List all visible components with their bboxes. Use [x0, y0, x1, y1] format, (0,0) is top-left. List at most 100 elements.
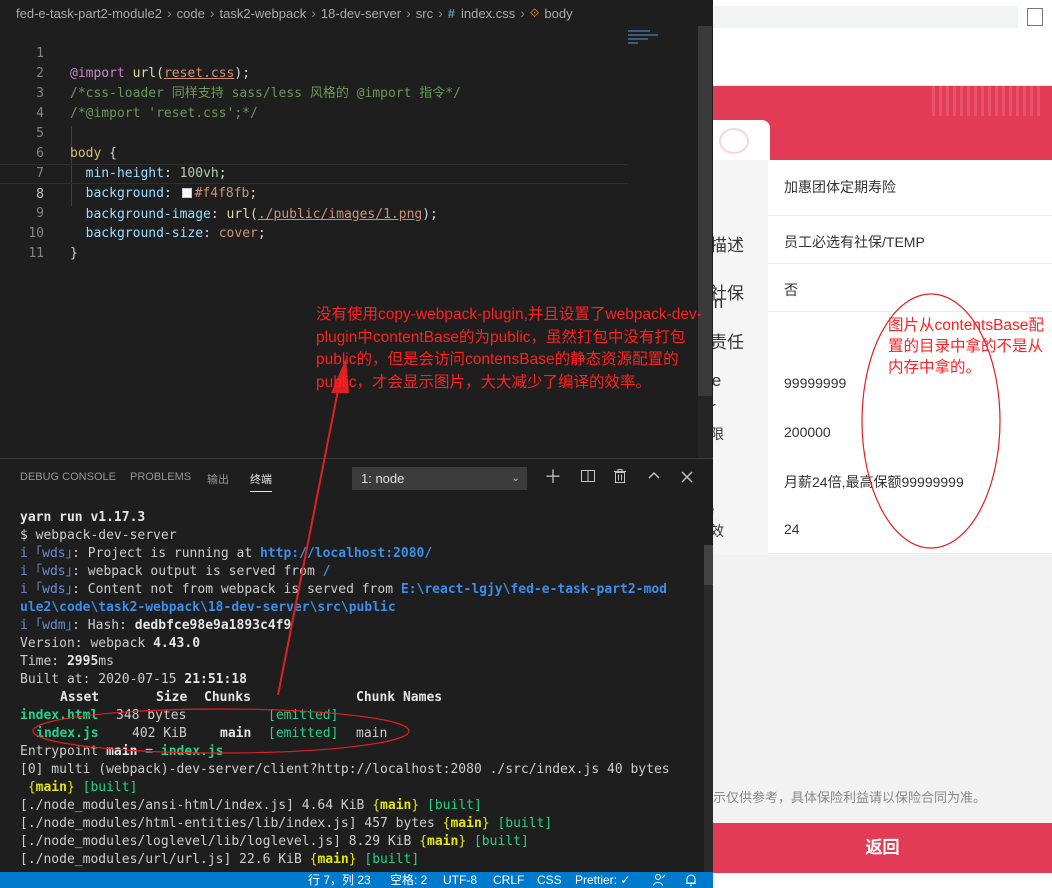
code-line: 7 background: #f4f8fb;: [0, 144, 628, 201]
css-file-icon: #: [447, 5, 456, 21]
breadcrumb-item[interactable]: task2-webpack: [220, 6, 307, 21]
breadcrumb-item[interactable]: body: [544, 6, 572, 21]
bell-icon[interactable]: [684, 873, 698, 888]
breadcrumb-item[interactable]: code: [177, 6, 205, 21]
log-path: E:\react-lgjy\fed-e-task-part2-mod: [400, 582, 667, 597]
split-icon[interactable]: [578, 468, 598, 488]
breadcrumb-item[interactable]: index.css: [461, 6, 515, 21]
disclaimer-text: 示仅供参考，具体保险利益请以保险合同为准。: [713, 790, 987, 805]
terminal-link[interactable]: http://localhost:2080/: [260, 546, 432, 561]
code-line: 1 @import url(reset.css);: [0, 26, 628, 81]
terminal-line: [./node_modules/url/url.js] 22.6 KiB {ma…: [20, 852, 420, 867]
tab-debug-console[interactable]: DEBUG CONSOLE: [20, 471, 116, 483]
field-label: 责任: [713, 333, 744, 352]
chunk-name: main: [317, 852, 349, 867]
log-file: index.js: [160, 744, 224, 759]
language-mode[interactable]: CSS: [537, 873, 562, 888]
terminal-output[interactable]: yarn run v1.17.3 $ webpack-dev-server i …: [0, 503, 700, 873]
asset-size: 348 bytes: [116, 708, 187, 723]
log-text: : webpack output is served from: [72, 564, 323, 579]
terminal-scrollbar[interactable]: [704, 545, 713, 875]
bottom-panel: DEBUG CONSOLE PROBLEMS 输出 终端 1: node ⌄ ＋ …: [0, 458, 713, 875]
terminal-line: i ｢wdm｣: Hash: dedbfce98e9a1893c4f9: [20, 617, 291, 635]
close-icon[interactable]: [677, 468, 697, 488]
breadcrumb-item[interactable]: src: [416, 6, 433, 21]
browser-bottom-bar: [713, 873, 1052, 888]
log-value: 21:51:18: [184, 672, 247, 687]
log-prefix: i ｢wds｣: [20, 546, 73, 561]
asset-name: index.js: [36, 726, 99, 741]
build-status: [built]: [473, 834, 529, 849]
back-button[interactable]: 返回: [713, 823, 1052, 873]
breadcrumb-item[interactable]: 18-dev-server: [321, 6, 401, 21]
address-bar[interactable]: [713, 6, 1018, 28]
field-value: 200000: [784, 424, 831, 440]
terminal-line: Built at: 2020-07-15 21:51:18: [20, 671, 247, 689]
label-column: [713, 160, 768, 555]
chunk-name: main: [35, 780, 67, 795]
token: }: [70, 246, 78, 261]
browser-preview: 描述 社保 in 责任 ie r 限 e 效 加惠团体定期寿险 员工必选有社保/…: [713, 0, 1052, 888]
build-status: [built]: [364, 852, 420, 867]
terminal-line: ule2\code\task2-webpack\18-dev-server\sr…: [20, 600, 396, 615]
tab-problems[interactable]: PROBLEMS: [130, 471, 191, 483]
build-status: [built]: [427, 798, 482, 813]
trash-icon[interactable]: [610, 468, 630, 488]
field-label: r: [713, 398, 716, 418]
tab-terminal[interactable]: 终端: [250, 471, 272, 492]
terminal-line: Entrypoint main = index.js: [20, 743, 224, 761]
field-value: 加惠团体定期寿险: [784, 179, 896, 195]
asset-status: [emitted]: [268, 726, 339, 741]
chunk-name: main: [427, 834, 459, 849]
line-ending[interactable]: CRLF: [493, 873, 524, 888]
plus-icon[interactable]: ＋: [543, 468, 563, 488]
terminal-line: i ｢wds｣: Project is running at http://lo…: [20, 545, 432, 563]
terminal-line: [./node_modules/html-entities/lib/index.…: [20, 816, 553, 831]
breadcrumb: fed-e-task-part2-module2 › code › task2-we…: [0, 0, 713, 26]
window-icon[interactable]: [1027, 8, 1043, 26]
terminal-line: Version: webpack 4.43.0: [20, 635, 200, 653]
code-line: 2 /*css-loader 同样支持 sass/less 风格的 @impor…: [0, 44, 628, 101]
field-value: 月薪24倍,最高保额99999999: [784, 474, 964, 490]
scrollbar-thumb[interactable]: [704, 545, 713, 585]
minimap[interactable]: [628, 30, 658, 50]
asset-chunk-name: main: [356, 726, 388, 741]
code-line: 3 /*@import 'reset.css';*/: [0, 64, 628, 121]
asset-chunk: main: [220, 726, 252, 741]
build-hash: dedbfce98e9a1893c4f9: [134, 618, 292, 633]
chevron-right-icon: ›: [406, 5, 411, 21]
encoding[interactable]: UTF-8: [443, 873, 477, 888]
cursor-position[interactable]: 行 7，列 23: [308, 873, 371, 888]
tab-output[interactable]: 输出: [207, 471, 229, 487]
breadcrumb-item[interactable]: fed-e-task-part2-module2: [16, 6, 162, 21]
log-text: =: [137, 744, 161, 759]
field-label: e: [713, 500, 714, 520]
asset-size: 402 KiB: [132, 726, 187, 741]
field-label: ie: [713, 371, 722, 390]
terminal-line: [./node_modules/loglevel/lib/loglevel.js…: [20, 834, 529, 849]
module-size: 8.29 KiB: [340, 834, 420, 849]
panel-tabs: DEBUG CONSOLE PROBLEMS 输出 终端 1: node ⌄ ＋: [0, 459, 713, 497]
log-label: Time:: [20, 654, 67, 669]
module-path: [./node_modules/html-entities/lib/index.…: [20, 816, 357, 831]
log-label: Built at: 2020-07-15: [20, 672, 185, 687]
build-status: [built]: [82, 780, 138, 795]
log-value: main: [106, 744, 138, 759]
detail-row: [768, 264, 1052, 312]
log-path: /: [322, 564, 331, 579]
terminal-select-value: 1: node: [361, 471, 405, 486]
banner-pattern: [932, 86, 1042, 116]
column-header: Chunks: [204, 690, 251, 705]
person-icon[interactable]: [652, 873, 666, 888]
field-value: 99999999: [784, 375, 847, 391]
column-header: Chunk Names: [356, 690, 443, 705]
module-size: 22.6 KiB: [231, 852, 310, 867]
chevron-right-icon: ›: [520, 5, 525, 21]
formatter-status[interactable]: Prettier: ✓: [575, 873, 630, 888]
module-path: [./node_modules/ansi-html/index.js]: [20, 798, 294, 813]
terminal-line: {main} [built]: [27, 780, 138, 795]
chevron-up-icon[interactable]: [644, 468, 664, 488]
indentation[interactable]: 空格: 2: [390, 873, 427, 888]
terminal-select[interactable]: 1: node ⌄: [352, 467, 527, 490]
terminal-line: i ｢wds｣: webpack output is served from /: [20, 563, 330, 581]
